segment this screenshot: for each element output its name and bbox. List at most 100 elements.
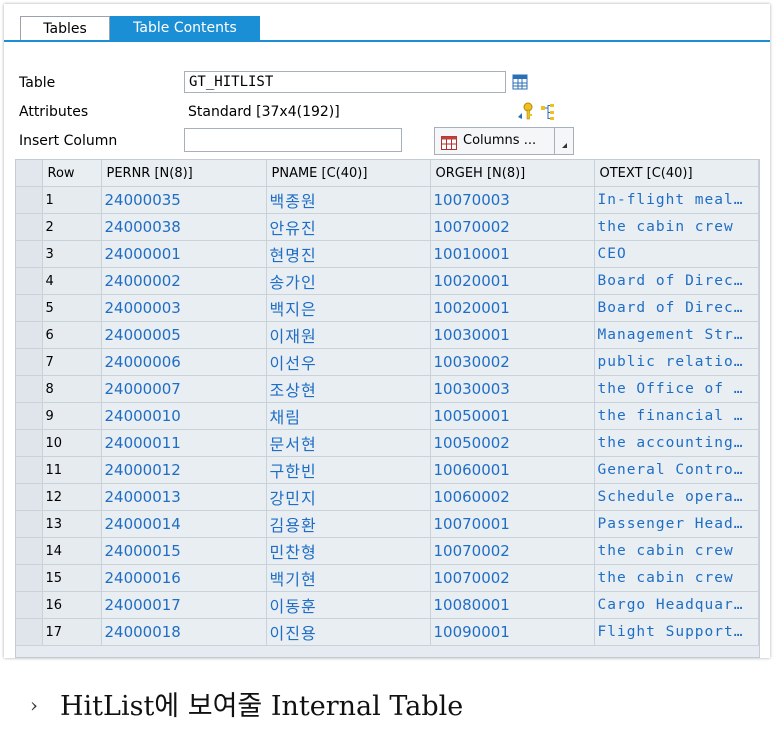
cell-otext[interactable]: the cabin crew <box>594 564 759 592</box>
cell-otext[interactable]: public relatio… <box>594 348 759 376</box>
row-number[interactable]: 16 <box>42 591 102 619</box>
cell-otext[interactable]: the cabin crew <box>594 537 759 565</box>
table-row[interactable]: 15 24000016 백기현 10070002 the cabin crew <box>16 564 759 592</box>
row-number[interactable]: 6 <box>42 321 102 349</box>
table-row[interactable]: 6 24000005 이재원 10030001 Management Str… <box>16 321 759 349</box>
cell-orgeh[interactable]: 10050001 <box>430 402 595 430</box>
table-row[interactable]: 8 24000007 조상현 10030003 the Office of … <box>16 375 759 403</box>
row-selector[interactable] <box>16 510 43 538</box>
cell-pname[interactable]: 김용환 <box>266 510 431 538</box>
cell-orgeh[interactable]: 10030003 <box>430 375 595 403</box>
table-contents-grid[interactable]: Row PERNR [N(8)] PNAME [C(40)] ORGEH [N(… <box>15 159 760 658</box>
cell-orgeh[interactable]: 10070002 <box>430 564 595 592</box>
cell-otext[interactable]: Management Str… <box>594 321 759 349</box>
cell-orgeh[interactable]: 10080001 <box>430 591 595 619</box>
cell-otext[interactable]: General Contro… <box>594 456 759 484</box>
cell-otext[interactable]: Board of Direc… <box>594 294 759 322</box>
cell-pernr[interactable]: 24000012 <box>101 456 267 484</box>
cell-pernr[interactable]: 24000013 <box>101 483 267 511</box>
row-selector[interactable] <box>16 483 43 511</box>
cell-pernr[interactable]: 24000001 <box>101 240 267 268</box>
column-header-row[interactable]: Row <box>42 160 102 187</box>
cell-pernr[interactable]: 24000017 <box>101 591 267 619</box>
row-number[interactable]: 1 <box>42 186 102 214</box>
cell-otext[interactable]: In-flight meal… <box>594 186 759 214</box>
row-selector[interactable] <box>16 537 43 565</box>
cell-pernr[interactable]: 24000018 <box>101 618 267 646</box>
cell-otext[interactable]: CEO <box>594 240 759 268</box>
cell-otext[interactable]: the cabin crew <box>594 213 759 241</box>
cell-pernr[interactable]: 24000011 <box>101 429 267 457</box>
row-selector[interactable] <box>16 402 43 430</box>
table-row[interactable]: 2 24000038 안유진 10070002 the cabin crew <box>16 213 759 241</box>
row-selector[interactable] <box>16 591 43 619</box>
column-header-pname[interactable]: PNAME [C(40)] <box>266 160 431 187</box>
table-row[interactable]: 5 24000003 백지은 10020001 Board of Direc… <box>16 294 759 322</box>
table-row[interactable]: 7 24000006 이선우 10030002 public relatio… <box>16 348 759 376</box>
table-row[interactable]: 4 24000002 송가인 10020001 Board of Direc… <box>16 267 759 295</box>
cell-pname[interactable]: 안유진 <box>266 213 431 241</box>
tab-tables[interactable]: Tables <box>20 16 110 40</box>
cell-pernr[interactable]: 24000006 <box>101 348 267 376</box>
cell-otext[interactable]: Schedule opera… <box>594 483 759 511</box>
cell-otext[interactable]: the accounting… <box>594 429 759 457</box>
row-number[interactable]: 12 <box>42 483 102 511</box>
cell-orgeh[interactable]: 10070002 <box>430 213 595 241</box>
cell-orgeh[interactable]: 10020001 <box>430 294 595 322</box>
table-row[interactable]: 9 24000010 채림 10050001 the financial … <box>16 402 759 430</box>
table-view-icon[interactable] <box>512 74 528 94</box>
row-number[interactable]: 15 <box>42 564 102 592</box>
cell-orgeh[interactable]: 10060001 <box>430 456 595 484</box>
row-selector[interactable] <box>16 213 43 241</box>
row-selector[interactable] <box>16 186 43 214</box>
row-number[interactable]: 13 <box>42 510 102 538</box>
cell-otext[interactable]: the financial … <box>594 402 759 430</box>
insert-column-field[interactable] <box>184 128 402 152</box>
cell-orgeh[interactable]: 10070002 <box>430 537 595 565</box>
cell-pname[interactable]: 이동훈 <box>266 591 431 619</box>
cell-pname[interactable]: 이재원 <box>266 321 431 349</box>
key-icon[interactable] <box>517 101 535 125</box>
column-header-otext[interactable]: OTEXT [C(40)] <box>594 160 759 187</box>
row-number[interactable]: 9 <box>42 402 102 430</box>
cell-pernr[interactable]: 24000007 <box>101 375 267 403</box>
cell-orgeh[interactable]: 10020001 <box>430 267 595 295</box>
cell-orgeh[interactable]: 10030002 <box>430 348 595 376</box>
row-selector[interactable] <box>16 348 43 376</box>
row-selector[interactable] <box>16 294 43 322</box>
row-number[interactable]: 7 <box>42 348 102 376</box>
cell-orgeh[interactable]: 10070001 <box>430 510 595 538</box>
cell-pname[interactable]: 송가인 <box>266 267 431 295</box>
row-number[interactable]: 14 <box>42 537 102 565</box>
tab-table-contents[interactable]: Table Contents <box>110 16 260 40</box>
cell-pname[interactable]: 민찬형 <box>266 537 431 565</box>
cell-pernr[interactable]: 24000005 <box>101 321 267 349</box>
cell-pernr[interactable]: 24000038 <box>101 213 267 241</box>
cell-pname[interactable]: 조상현 <box>266 375 431 403</box>
row-number[interactable]: 3 <box>42 240 102 268</box>
row-selector[interactable] <box>16 321 43 349</box>
columns-button[interactable]: Columns ... <box>434 127 574 155</box>
row-number[interactable]: 5 <box>42 294 102 322</box>
cell-pernr[interactable]: 24000015 <box>101 537 267 565</box>
table-row[interactable]: 3 24000001 현명진 10010001 CEO <box>16 240 759 268</box>
cell-orgeh[interactable]: 10050002 <box>430 429 595 457</box>
row-selector[interactable] <box>16 267 43 295</box>
cell-orgeh[interactable]: 10010001 <box>430 240 595 268</box>
table-row[interactable]: 12 24000013 강민지 10060002 Schedule opera… <box>16 483 759 511</box>
row-number[interactable]: 8 <box>42 375 102 403</box>
row-selector[interactable] <box>16 564 43 592</box>
cell-orgeh[interactable]: 10030001 <box>430 321 595 349</box>
column-header-orgeh[interactable]: ORGEH [N(8)] <box>430 160 595 187</box>
table-row[interactable]: 1 24000035 백종원 10070003 In-flight meal… <box>16 186 759 214</box>
cell-orgeh[interactable]: 10060002 <box>430 483 595 511</box>
cell-pname[interactable]: 구한빈 <box>266 456 431 484</box>
cell-pname[interactable]: 문서현 <box>266 429 431 457</box>
cell-orgeh[interactable]: 10070003 <box>430 186 595 214</box>
row-selector[interactable] <box>16 375 43 403</box>
cell-pname[interactable]: 이진용 <box>266 618 431 646</box>
row-number[interactable]: 2 <box>42 213 102 241</box>
cell-otext[interactable]: Flight Support… <box>594 618 759 646</box>
table-row[interactable]: 17 24000018 이진용 10090001 Flight Support… <box>16 618 759 646</box>
cell-otext[interactable]: Board of Direc… <box>594 267 759 295</box>
